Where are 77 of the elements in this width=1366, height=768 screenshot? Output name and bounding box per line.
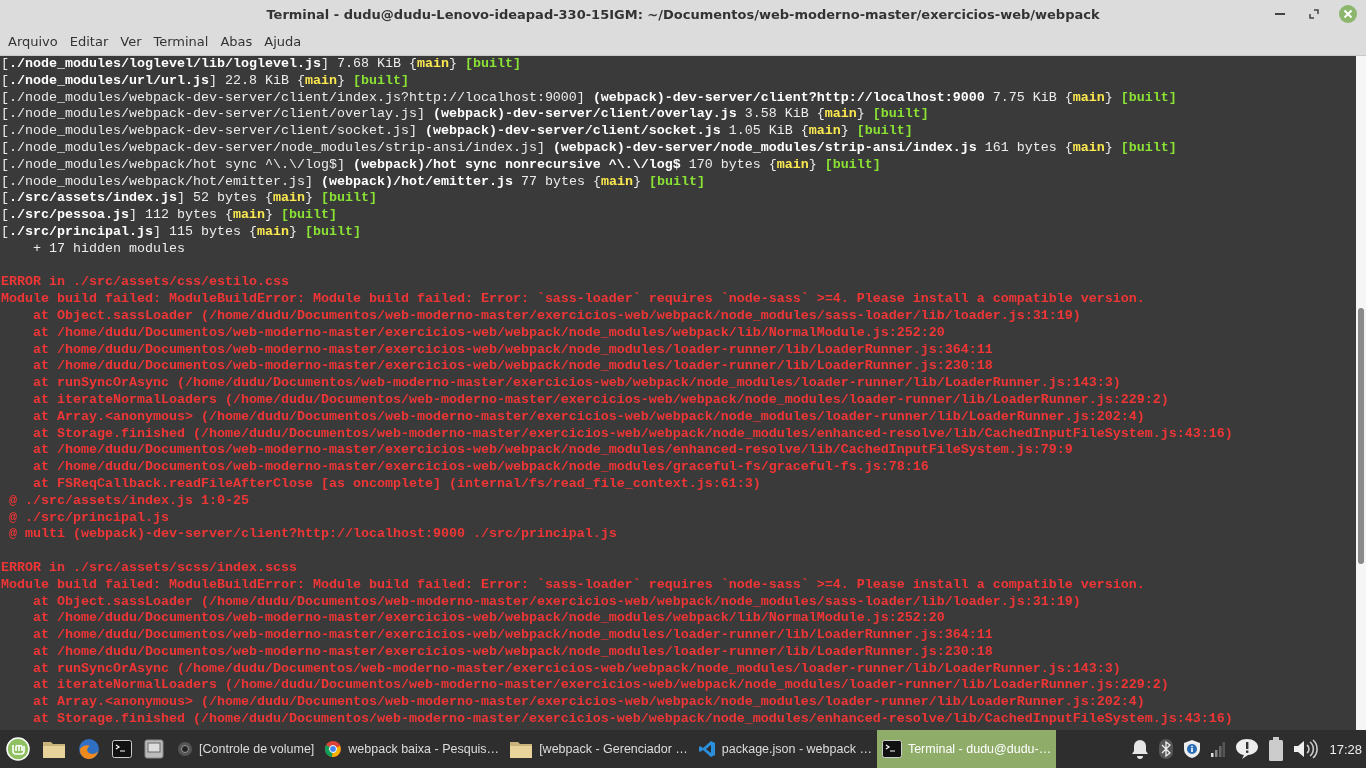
terminal-line: Module build failed: ModuleBuildError: Module build failed: Error: `sass-loader` requires `node-sass` >=4. Please install a compatible version.	[1, 576, 1146, 594]
terminal-line: at Object.sassLoader (/home/dudu/Documentos/web-moderno-master/exercicios-web/webpack/node_modules/sass-loader/lib/loader.js:31:19)	[32, 593, 1082, 611]
terminal-line: + 17 hidden modules	[32, 240, 186, 258]
maximize-icon	[1309, 9, 1319, 19]
terminal-line: at Array.<anonymous> (/home/dudu/Documentos/web-moderno-master/exercicios-web/webpack/node_modules/loader-runner/lib/LoaderRunner.js:202:4)	[32, 694, 1146, 712]
taskbar-window-button[interactable]: webpack baixa - Pesquis…	[319, 730, 505, 768]
terminal-line: at /home/dudu/Documentos/web-moderno-master/exercicios-web/webpack/node_modules/enhanced-resolve/lib/CachedInputFileSystem.js:79:9	[32, 442, 1074, 460]
terminal-line: [./node_modules/webpack-dev-server/client/socket.js] (webpack)-dev-server/client/socket.js 1.05 KiB {main} [built]	[1, 123, 914, 140]
alert-bubble-icon	[1235, 738, 1260, 760]
scrollbar[interactable]	[1356, 56, 1366, 730]
terminal-line: at /home/dudu/Documentos/web-moderno-master/exercicios-web/webpack/node_modules/loader-runner/lib/LoaderRunner.js:364:11	[32, 627, 994, 644]
terminal-line: at /home/dudu/Documentos/web-moderno-master/exercicios-web/webpack/node_modules/graceful-fs/graceful-fs.js:78:16	[32, 459, 930, 476]
terminal-line: at /home/dudu/Documentos/web-moderno-master/exercicios-web/webpack/node_modules/loader-runner/lib/LoaderRunner.js:364:11	[32, 341, 994, 359]
terminal-line: ERROR in ./src/assets/scss/index.scss	[1, 559, 298, 577]
launcher-button[interactable]	[76, 738, 102, 760]
terminal-line: [./node_modules/webpack/hot/emitter.js] (webpack)/hot/emitter.js 77 bytes {main} [built]	[1, 173, 706, 191]
terminal-icon	[112, 740, 132, 758]
mint-logo-icon	[6, 737, 30, 761]
terminal-line: at iterateNormalLoaders (/home/dudu/Documentos/web-moderno-master/exercicios-web/webpack/node_modules/loader-runner/lib/LoaderRunner.js:229:2)	[32, 391, 1170, 409]
clock: 17:28	[1329, 741, 1362, 757]
scrollbar-thumb[interactable]	[1358, 308, 1364, 564]
terminal-line: [./node_modules/webpack/hot sync ^\.\/log$] (webpack)/hot sync nonrecursive ^\.\/log$ 170 bytes {main} [built]	[1, 156, 882, 174]
bell-icon	[1131, 739, 1150, 759]
launcher-button[interactable]	[40, 739, 68, 759]
shield-icon	[1183, 739, 1202, 759]
terminal-line: [./src/assets/index.js] 52 bytes {main} [built]	[1, 190, 378, 208]
chrome-icon	[324, 740, 343, 758]
window-title: Terminal - dudu@dudu-Lenovo-ideapad-330-15IGM: ~/Documentos/web-moderno-master/exercicios-web/webpack	[266, 6, 1100, 22]
terminal-line: [./node_modules/loglevel/lib/loglevel.js] 7.68 KiB {main} [built]	[1, 56, 522, 73]
launcher-button[interactable]	[110, 740, 134, 758]
taskbar-window-button[interactable]: package.json - webpack …	[692, 730, 877, 768]
terminal-line: [./node_modules/webpack-dev-server/client/index.js?http://localhost:9000] (webpack)-dev-server/client?http://localhost:9000 7.75 KiB {main} [built]	[1, 89, 1178, 107]
firefox-icon	[78, 738, 100, 760]
terminal-line: Module build failed: ModuleBuildError: Module build failed: Error: `sass-loader` requires `node-sass` >=4. Please install a compatible version.	[1, 291, 1146, 308]
terminal-line: [./node_modules/webpack-dev-server/client/overlay.js] (webpack)-dev-server/client/overlay.js 3.58 KiB {main} [built]	[1, 106, 930, 124]
launcher-button[interactable]	[4, 737, 32, 761]
folder-icon	[509, 739, 534, 759]
terminal-line: ERROR in ./src/assets/css/estilo.css	[1, 274, 290, 292]
volume-icon	[1293, 739, 1320, 759]
terminal-line: at Object.sassLoader (/home/dudu/Documentos/web-moderno-master/exercicios-web/webpack/node_modules/sass-loader/lib/loader.js:31:19)	[32, 307, 1082, 325]
terminal-line: at runSyncOrAsync (/home/dudu/Documentos/web-moderno-master/exercicios-web/webpack/node_modules/loader-runner/lib/LoaderRunner.js:143:3)	[32, 375, 1122, 392]
menu-item[interactable]: Arquivo	[2, 34, 64, 49]
code-editor-icon	[697, 740, 716, 758]
menu-item[interactable]: Terminal	[147, 34, 215, 49]
terminal-icon	[881, 740, 902, 758]
menu-item[interactable]: Ver	[114, 34, 148, 49]
terminal-line: @ multi (webpack)-dev-server/client?http://localhost:9000 ./src/principal.js	[8, 526, 618, 544]
terminal-line: at /home/dudu/Documentos/web-moderno-master/exercicios-web/webpack/node_modules/webpack/lib/NormalModule.js:252:20	[32, 324, 946, 342]
terminal-line: [./node_modules/url/url.js] 22.8 KiB {main} [built]	[1, 72, 410, 90]
menu-item[interactable]: Abas	[214, 34, 259, 49]
menu-item[interactable]: Editar	[63, 34, 115, 49]
terminal-line: at Array.<anonymous> (/home/dudu/Documentos/web-moderno-master/exercicios-web/webpack/node_modules/loader-runner/lib/LoaderRunner.js:202:4)	[32, 408, 1146, 426]
terminal-line: at /home/dudu/Documentos/web-moderno-master/exercicios-web/webpack/node_modules/loader-runner/lib/LoaderRunner.js:230:18	[32, 358, 994, 376]
bluetooth-icon	[1159, 739, 1174, 759]
signal-bars-icon	[1211, 741, 1226, 757]
terminal-line: [./node_modules/webpack-dev-server/node_modules/strip-ansi/index.js] (webpack)-dev-server/node_modules/strip-ansi/index.js 161 bytes {main} [built]	[1, 140, 1178, 157]
taskbar-window-button[interactable]: [Controle de volume]	[172, 730, 320, 768]
minimize-icon	[1275, 13, 1285, 15]
terminal-line: [./src/pessoa.js] 112 bytes {main} [built]	[1, 207, 338, 224]
speaker-icon	[177, 741, 193, 757]
folder-icon	[42, 739, 66, 759]
monitor-icon	[144, 739, 164, 759]
terminal-line: at Storage.finished (/home/dudu/Documentos/web-moderno-master/exercicios-web/webpack/node_modules/enhanced-resolve/lib/CachedInputFileSystem.js:43:16)	[32, 425, 1234, 443]
menu-item[interactable]: Ajuda	[258, 34, 308, 49]
launcher-button[interactable]	[142, 739, 166, 759]
terminal-line: at runSyncOrAsync (/home/dudu/Documentos/web-moderno-master/exercicios-web/webpack/node_modules/loader-runner/lib/LoaderRunner.js:143:3)	[32, 660, 1122, 678]
terminal-line: at /home/dudu/Documentos/web-moderno-master/exercicios-web/webpack/node_modules/webpack/lib/NormalModule.js:252:20	[32, 610, 946, 628]
terminal-line: @ ./src/assets/index.js 1:0-25	[8, 492, 250, 510]
terminal-line: at /home/dudu/Documentos/web-moderno-master/exercicios-web/webpack/node_modules/loader-runner/lib/LoaderRunner.js:230:18	[32, 643, 994, 661]
terminal-line: [./src/principal.js] 115 bytes {main} [built]	[1, 223, 362, 241]
close-icon	[1338, 4, 1358, 24]
taskbar-window-button[interactable]: [webpack - Gerenciador …	[504, 730, 693, 768]
battery-icon	[1269, 737, 1284, 761]
terminal-line: @ ./src/principal.js	[8, 509, 170, 527]
terminal-line: at FSReqCallback.readFileAfterClose [as oncomplete] (internal/fs/read_file_context.js:61:3)	[32, 475, 762, 493]
terminal-line: at Storage.finished (/home/dudu/Documentos/web-moderno-master/exercicios-web/webpack/node_modules/enhanced-resolve/lib/CachedInputFileSystem.js:43:16)	[32, 711, 1234, 728]
terminal-line: at iterateNormalLoaders (/home/dudu/Documentos/web-moderno-master/exercicios-web/webpack/node_modules/loader-runner/lib/LoaderRunner.js:229:2)	[32, 677, 1170, 695]
